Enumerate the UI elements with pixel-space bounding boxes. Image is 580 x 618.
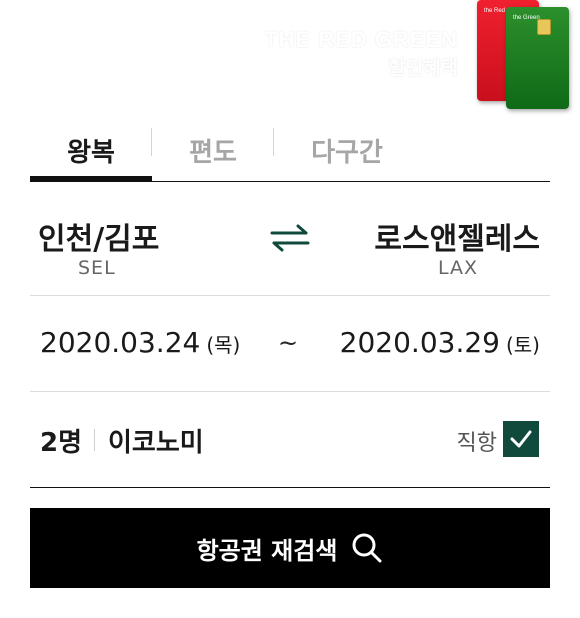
return-date[interactable]: 2020.03.29 (토): [340, 326, 540, 359]
route-section: 인천/김포 SEL 로스앤젤레스 LAX: [30, 182, 550, 294]
tab-multi-city[interactable]: 다구간: [274, 118, 420, 182]
destination-code: LAX: [437, 257, 478, 279]
red-card-label: the Red: [484, 8, 506, 14]
search-button-label: 항공권 재검색: [196, 536, 338, 565]
options-divider: [30, 487, 550, 488]
route-divider: [30, 295, 550, 296]
tab-round-trip[interactable]: 왕복: [30, 118, 152, 182]
banner-subtitle: 할인혜택: [388, 57, 458, 79]
depart-day: (목): [206, 333, 241, 357]
direct-flight-checkbox[interactable]: [503, 421, 539, 457]
origin-city[interactable]: 인천/김포: [38, 214, 159, 258]
research-flights-button[interactable]: 항공권 재검색: [30, 508, 550, 588]
cabin-class[interactable]: 이코노미: [108, 422, 204, 459]
green-card-image: the Green: [506, 7, 569, 109]
swap-arrows-icon[interactable]: [268, 222, 312, 254]
depart-date[interactable]: 2020.03.24 (목): [40, 326, 240, 359]
tab-one-way[interactable]: 편도: [152, 118, 274, 182]
return-day: (토): [505, 333, 540, 357]
search-icon: [352, 533, 382, 563]
dates-divider: [30, 391, 550, 392]
promo-banner[interactable]: THE RED GREEN 할인혜택 the Red the Green: [0, 0, 580, 110]
origin-code: SEL: [78, 257, 116, 279]
return-date-value: 2020.03.29: [339, 326, 500, 359]
direct-flight-label: 직항: [456, 431, 497, 456]
destination-city[interactable]: 로스앤젤레스: [374, 214, 540, 258]
card-chip-icon: [537, 19, 551, 35]
green-card-label: the Green: [513, 15, 540, 21]
banner-title: THE RED GREEN: [264, 27, 458, 52]
trip-type-tabs: 왕복 편도 다구간: [30, 118, 550, 184]
checkmark-icon: [510, 430, 532, 448]
date-separator: ~: [278, 329, 299, 357]
pax-divider: [94, 429, 95, 451]
depart-date-value: 2020.03.24: [40, 326, 201, 359]
passenger-count[interactable]: 2명: [40, 422, 82, 459]
